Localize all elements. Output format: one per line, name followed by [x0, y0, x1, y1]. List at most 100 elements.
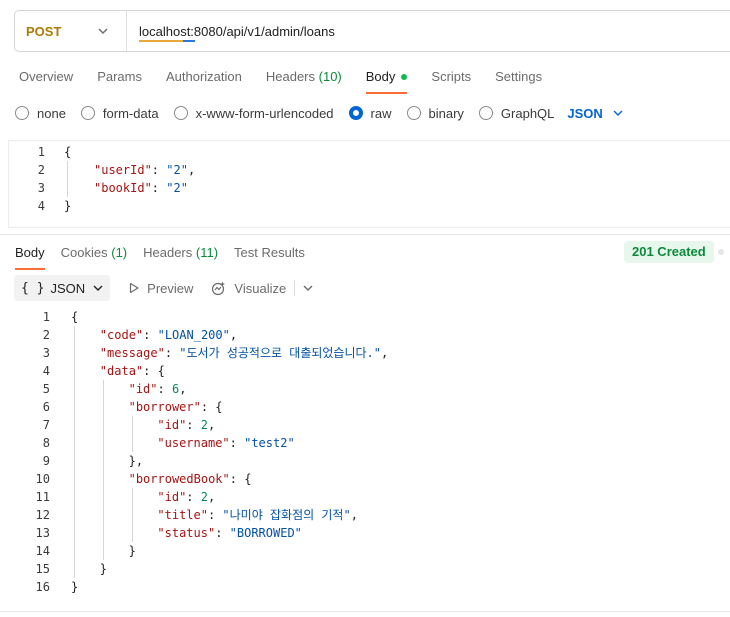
code-text: "borrower": { [128, 400, 223, 414]
radio-selected-icon [348, 106, 363, 120]
radio-graphql[interactable]: GraphQL [478, 106, 554, 121]
body-type-selector: none form-data x-www-form-urlencoded raw… [15, 104, 623, 122]
code-text: "id": 2, [157, 490, 216, 504]
preview-button[interactable]: Preview [128, 281, 193, 296]
response-headers-count: (11) [195, 245, 219, 260]
line-number: 2 [42, 328, 50, 342]
request-url-bar: POST localhost:8080/api/v1/admin/loans [14, 10, 730, 52]
line-number: 4 [37, 199, 45, 213]
line-number: 3 [42, 346, 50, 360]
response-toolbar: { } JSON Preview Visualize [14, 275, 313, 301]
line-number: 1 [37, 145, 45, 159]
code-text: "status": "BORROWED" [157, 526, 302, 540]
tab-params[interactable]: Params [97, 68, 142, 94]
method-label: POST [26, 23, 62, 39]
braces-icon: { } [21, 280, 45, 296]
indent-guide [102, 380, 104, 560]
body-format-select[interactable]: JSON [567, 105, 623, 121]
tab-authorization[interactable]: Authorization [166, 68, 242, 94]
line-number: 1 [42, 310, 50, 324]
request-body-editor[interactable]: 1 {2 "userId": "2", 3 "bookId": "2" 4} [8, 140, 730, 228]
code-text: "id": 2, [157, 418, 216, 432]
chevron-down-icon [93, 283, 103, 293]
line-number: 2 [37, 163, 45, 177]
url-value: localhost:8080/api/v1/admin/loans [139, 23, 335, 39]
body-indicator-dot [401, 73, 408, 80]
code-text: "data": { [99, 364, 165, 378]
code-text: "borrowedBook": { [128, 472, 252, 486]
line-number: 6 [42, 400, 50, 414]
code-text: "bookId": "2" [94, 181, 188, 195]
indent-guide [74, 326, 75, 578]
chevron-down-icon [613, 108, 623, 118]
code-text: } [64, 199, 72, 213]
line-number: 5 [42, 382, 50, 396]
method-select[interactable]: POST [15, 11, 127, 51]
chevron-down-icon [98, 26, 108, 36]
visualize-button[interactable]: Visualize [211, 280, 286, 296]
response-format-select[interactable]: { } JSON [14, 275, 111, 301]
tab-cookies[interactable]: Cookies (1) [61, 244, 127, 270]
line-number: 10 [35, 472, 50, 486]
tab-response-headers[interactable]: Headers (11) [143, 244, 218, 270]
line-number: 9 [42, 454, 50, 468]
response-body-viewer[interactable]: 1 {2 "code": "LOAN_200", 3 "message": "도서가 성… [0, 306, 730, 602]
visualize-icon [212, 281, 226, 296]
code-text: } [71, 580, 79, 594]
line-number: 3 [37, 181, 45, 195]
line-number: 8 [42, 436, 50, 450]
bottom-divider [0, 611, 730, 612]
radio-form-data[interactable]: form-data [80, 106, 159, 121]
radio-icon [173, 106, 188, 120]
line-number: 11 [35, 490, 50, 504]
radio-none[interactable]: none [15, 106, 66, 121]
status-dot [718, 249, 724, 255]
url-underline [139, 39, 183, 42]
tab-test-results[interactable]: Test Results [234, 244, 305, 270]
cookies-count: (1) [111, 245, 128, 260]
code-text: } [99, 562, 108, 576]
response-tabs: Body Cookies (1) Headers (11) Test Resul… [15, 244, 321, 270]
indent-guide [67, 161, 68, 197]
play-icon [130, 282, 139, 294]
body-format-label: JSON [567, 105, 603, 121]
line-number: 12 [35, 508, 50, 522]
code-text: "code": "LOAN_200", [99, 328, 238, 342]
code-text: { [71, 310, 79, 324]
request-tabs: Overview Params Authorization Headers (1… [19, 68, 566, 94]
radio-icon [406, 106, 421, 120]
url-underline-accent [183, 39, 195, 42]
pane-divider [0, 234, 730, 235]
radio-binary[interactable]: binary [406, 106, 464, 121]
code-text: "message": "도서가 성공적으로 대출되었습니다.", [99, 346, 389, 360]
code-text: }, [128, 454, 144, 468]
radio-raw[interactable]: raw [348, 106, 392, 121]
code-text: "title": "나미야 잡화점의 기적", [157, 508, 358, 522]
line-number: 7 [42, 418, 50, 432]
line-number: 14 [35, 544, 50, 558]
indent-guide [131, 488, 133, 542]
indent-guide [131, 416, 133, 452]
tab-body[interactable]: Body [365, 68, 408, 94]
code-text: } [128, 544, 136, 558]
radio-icon [80, 106, 95, 120]
code-text: { [64, 145, 72, 159]
chevron-down-icon[interactable] [303, 283, 313, 293]
tab-scripts[interactable]: Scripts [431, 68, 471, 94]
toolbar-separator [294, 280, 296, 296]
headers-count: (10) [318, 69, 342, 84]
code-text: "id": 6, [128, 382, 187, 396]
radio-icon [15, 106, 29, 120]
line-number: 4 [42, 364, 50, 378]
status-badge[interactable]: 201 Created [624, 241, 714, 263]
tab-settings[interactable]: Settings [495, 68, 542, 94]
radio-icon [478, 106, 493, 120]
tab-response-body[interactable]: Body [15, 244, 45, 270]
tab-overview[interactable]: Overview [19, 68, 73, 94]
tab-headers[interactable]: Headers (10) [266, 68, 342, 94]
radio-urlencoded[interactable]: x-www-form-urlencoded [173, 106, 334, 121]
code-text: "userId": "2", [94, 163, 196, 177]
url-input[interactable]: localhost:8080/api/v1/admin/loans [139, 23, 335, 42]
line-number: 15 [35, 562, 50, 576]
line-number: 16 [35, 580, 50, 594]
